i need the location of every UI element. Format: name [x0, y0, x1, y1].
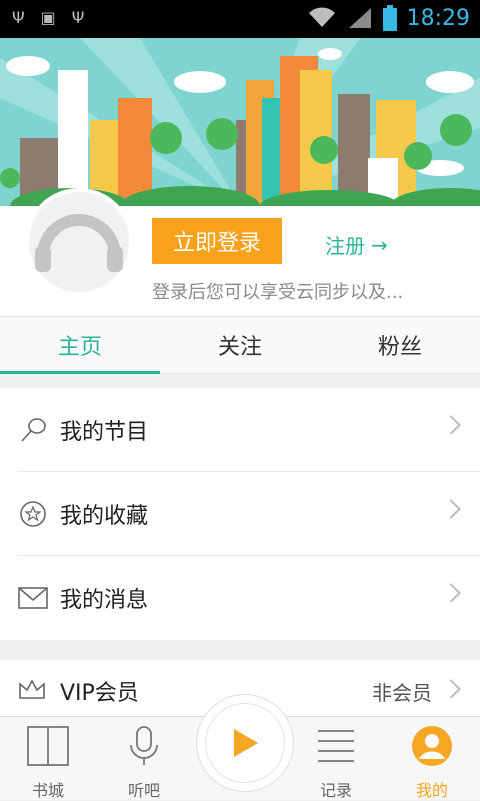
menu-item-label: 我的收藏 — [60, 503, 149, 529]
status-bar: Ψ ▣ Ψ 18:29 — [0, 0, 480, 38]
city-illustration — [0, 38, 480, 206]
chevron-right-icon — [441, 499, 461, 519]
menu-item-my-favorites[interactable]: 我的收藏 — [18, 472, 480, 556]
default-avatar-icon — [29, 192, 129, 292]
nav-history[interactable]: 记录 — [296, 725, 376, 801]
usb-icon: Ψ — [71, 8, 85, 27]
nav-label: 听吧 — [127, 781, 160, 800]
microphone-icon — [130, 726, 158, 765]
chevron-right-icon — [441, 679, 461, 699]
crown-icon — [18, 678, 46, 704]
notification-icons: Ψ ▣ Ψ — [12, 8, 84, 27]
menu-item-label: 我的节目 — [60, 419, 149, 445]
battery-icon — [382, 5, 397, 31]
signal-icon — [348, 8, 371, 28]
profile-banner — [0, 38, 480, 206]
clock: 18:29 — [406, 5, 470, 31]
vip-status: 非会员 — [372, 681, 432, 705]
android-icon: ▣ — [40, 8, 56, 27]
chevron-right-icon — [441, 415, 461, 435]
menu-item-my-messages[interactable]: 我的消息 — [18, 556, 480, 640]
arrow-right-icon: → — [371, 232, 388, 257]
play-icon — [234, 729, 258, 757]
tab-home[interactable]: 主页 — [0, 317, 160, 374]
menu-list: 我的节目 我的收藏 我的消息 — [0, 388, 480, 640]
tab-followers[interactable]: 粉丝 — [320, 317, 480, 373]
microphone-icon — [18, 415, 48, 445]
system-icons: 18:29 — [307, 5, 470, 31]
menu-item-my-programs[interactable]: 我的节目 — [18, 388, 480, 472]
login-hint: 登录后您可以享受云同步以及... — [152, 282, 404, 303]
nav-label: 我的 — [415, 781, 448, 800]
nav-label: 书城 — [31, 781, 64, 800]
nav-mine[interactable]: 我的 — [392, 725, 472, 801]
play-button[interactable] — [196, 694, 294, 792]
login-button[interactable]: 立即登录 — [152, 218, 282, 264]
vip-label: VIP会员 — [60, 681, 139, 706]
user-icon — [412, 726, 452, 766]
nav-label: 记录 — [319, 781, 352, 800]
wifi-icon — [308, 7, 335, 28]
profile-tabs: 主页 关注 粉丝 — [0, 316, 480, 374]
menu-item-label: 我的消息 — [60, 588, 149, 613]
chevron-right-icon — [441, 583, 461, 603]
nav-listen[interactable]: 听吧 — [104, 725, 184, 801]
star-icon — [18, 499, 48, 529]
usb-icon: Ψ — [12, 8, 25, 27]
play-button-ring — [205, 703, 285, 783]
nav-bookstore[interactable]: 书城 — [8, 725, 88, 801]
avatar[interactable] — [25, 188, 133, 296]
book-icon — [27, 726, 69, 766]
register-label: 注册 — [325, 234, 365, 258]
envelope-icon — [18, 583, 48, 613]
tab-following[interactable]: 关注 — [160, 317, 320, 373]
list-icon — [318, 730, 354, 762]
profile-section: 立即登录 注册 → 登录后您可以享受云同步以及... — [0, 188, 480, 316]
register-link[interactable]: 注册 → — [325, 230, 388, 259]
